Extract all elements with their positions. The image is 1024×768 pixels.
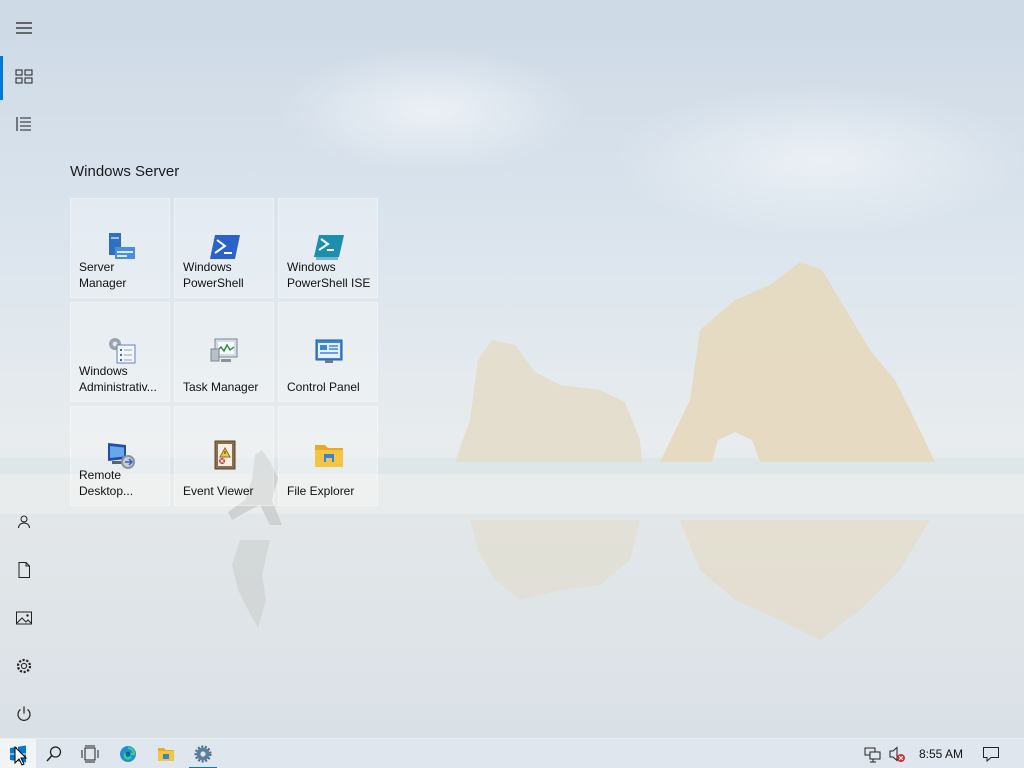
task-manager-icon	[210, 338, 238, 362]
tile-windows-administrative-tools[interactable]: Windows Administrativ...	[70, 302, 170, 402]
search-icon	[46, 746, 62, 762]
volume-muted-icon[interactable]	[888, 745, 906, 763]
user-icon	[18, 515, 30, 529]
tile-label: Task Manager	[183, 380, 259, 394]
gear-icon	[16, 658, 32, 674]
windows-logo-icon	[10, 745, 26, 763]
notifications-icon[interactable]	[982, 745, 1000, 763]
control-panel-icon	[315, 339, 343, 363]
expand-menu-button[interactable]	[0, 4, 48, 52]
tiles-icon	[15, 69, 33, 84]
tile-windows-powershell-ise[interactable]: Windows PowerShell ISE	[278, 198, 378, 298]
tile-file-explorer[interactable]: File Explorer	[278, 406, 378, 506]
pictures-icon	[16, 611, 32, 625]
tile-task-manager[interactable]: Task Manager	[174, 302, 274, 402]
network-icon[interactable]	[864, 745, 882, 763]
tile-label: Server Manager	[79, 260, 127, 290]
tile-grid: Server Manager Windows PowerShell Window…	[70, 198, 378, 506]
server-manager-icon	[194, 745, 212, 763]
tile-group-title: Windows Server	[70, 163, 180, 180]
file-explorer-icon	[315, 445, 343, 467]
tile-label: File Explorer	[287, 484, 355, 498]
start-button[interactable]	[0, 739, 36, 768]
edge-icon	[120, 746, 136, 762]
power-button[interactable]	[0, 690, 48, 738]
event-viewer-icon	[214, 440, 236, 470]
tile-label: Windows PowerShell ISE	[287, 260, 371, 290]
tile-label: Windows PowerShell	[183, 260, 244, 290]
documents-button[interactable]	[0, 546, 48, 594]
taskbar-server-manager-button[interactable]	[185, 739, 221, 768]
tile-label: Remote Desktop...	[79, 468, 134, 498]
file-explorer-icon	[158, 748, 174, 761]
tile-label: Windows Administrativ...	[79, 364, 157, 394]
search-button[interactable]	[36, 739, 72, 768]
taskbar-clock[interactable]: 8:55 AM	[912, 739, 970, 768]
tile-server-manager[interactable]: Server Manager	[70, 198, 170, 298]
pictures-button[interactable]	[0, 594, 48, 642]
taskbar-file-explorer-button[interactable]	[148, 739, 184, 768]
tile-label: Event Viewer	[183, 484, 254, 498]
user-button[interactable]	[0, 498, 48, 546]
task-view-icon	[81, 745, 99, 763]
settings-button[interactable]	[0, 642, 48, 690]
tile-event-viewer[interactable]: Event Viewer	[174, 406, 274, 506]
taskbar: 8:55 AM	[0, 738, 1024, 768]
tile-remote-desktop[interactable]: Remote Desktop...	[70, 406, 170, 506]
list-icon	[16, 117, 31, 131]
tile-windows-powershell[interactable]: Windows PowerShell	[174, 198, 274, 298]
tile-label: Control Panel	[287, 380, 360, 394]
document-icon	[18, 562, 30, 578]
task-view-button[interactable]	[72, 739, 108, 768]
tile-control-panel[interactable]: Control Panel	[278, 302, 378, 402]
power-icon	[17, 706, 31, 721]
taskbar-edge-button[interactable]	[110, 739, 146, 768]
start-menu-rail	[0, 0, 48, 738]
tiles-view-button[interactable]	[0, 52, 48, 100]
all-apps-button[interactable]	[0, 100, 48, 148]
menu-icon	[16, 22, 32, 34]
